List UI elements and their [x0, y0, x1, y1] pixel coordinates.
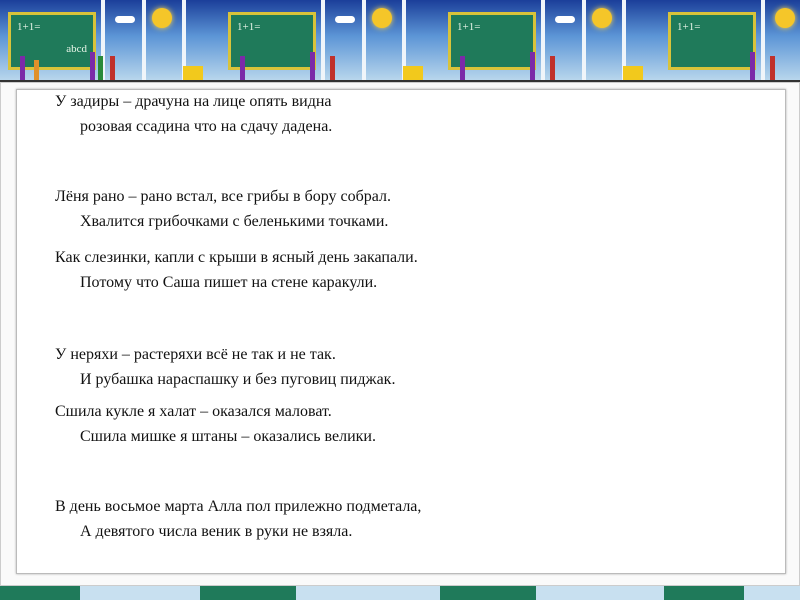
poem-line: Сшила кукле я халат – оказался маловат. — [55, 403, 332, 420]
poem-line: У задиры – драчуна на лице опять видна — [55, 93, 332, 110]
poem-line: А девятого числа веник в руки не взяла. — [80, 523, 353, 540]
poem-line: В день восьмое марта Алла пол прилежно п… — [55, 498, 422, 515]
footer-banner — [0, 586, 800, 600]
banner-tile: 1+1= abcd — [0, 0, 220, 80]
poem-line: Потому что Саша пишет на стене каракули. — [80, 274, 378, 291]
poem-line: У неряхи – растеряхи всё не так и не так… — [55, 346, 336, 363]
board-text: 1+1= — [17, 21, 41, 33]
poem-line: Хвалится грибочками с беленькими точками… — [80, 213, 389, 230]
sun-icon — [152, 8, 172, 28]
header-banner: 1+1= abcd 1+1= 1+1= 1+1= — [0, 0, 800, 82]
poem-line: Лёня рано – рано встал, все грибы в бору… — [55, 188, 392, 205]
poem-line: розовая ссадина что на сдачу дадена. — [80, 118, 333, 135]
poem-line: Сшила мишке я штаны – оказались велики. — [80, 428, 376, 445]
pencil-cup-icon — [183, 66, 203, 80]
board-text: abcd — [66, 43, 87, 55]
poem-line: Как слезинки, капли с крыши в ясный день… — [55, 249, 418, 266]
poem-line: И рубашка нараспашку и без пуговиц пиджа… — [80, 371, 396, 388]
